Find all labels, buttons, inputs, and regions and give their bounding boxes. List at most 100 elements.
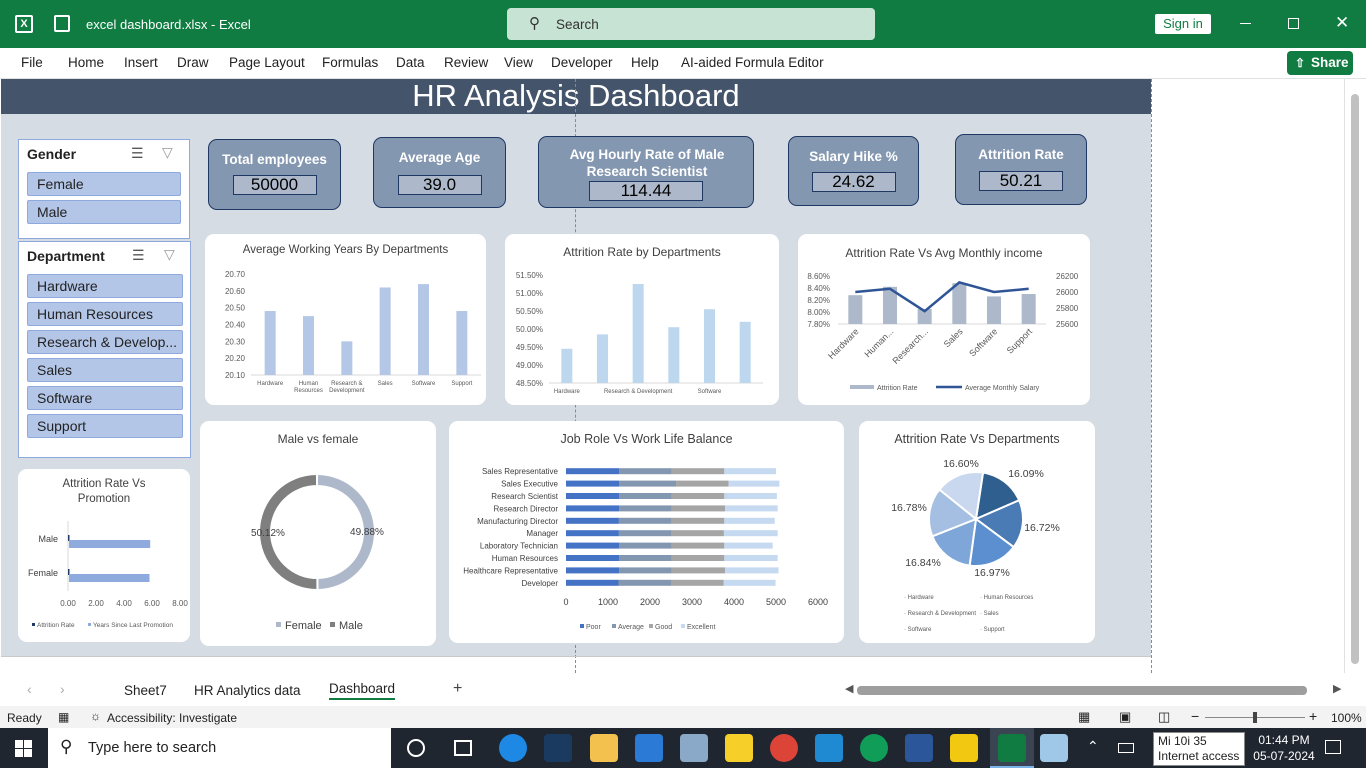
zoom-in-icon[interactable]: + <box>1309 708 1317 724</box>
y-tick-label-left: 8.00% <box>807 308 830 317</box>
task-view-icon[interactable] <box>454 740 472 756</box>
vertical-scrollbar[interactable] <box>1344 79 1366 673</box>
zoom-out-icon[interactable]: − <box>1191 708 1199 724</box>
menu-data[interactable]: Data <box>396 55 425 70</box>
excel-taskbar-icon[interactable] <box>990 728 1034 768</box>
bar <box>561 348 573 383</box>
multi-select-icon[interactable]: ☰ <box>132 247 145 264</box>
battery-icon[interactable] <box>1118 743 1134 753</box>
macro-icon[interactable]: ▦ <box>58 710 69 724</box>
menu-developer[interactable]: Developer <box>551 55 613 70</box>
chart-card-job-role-wlb[interactable]: Job Role Vs Work Life Balance Sales Repr… <box>449 421 844 643</box>
taskbar-search-box[interactable]: ⚲ Type here to search <box>48 728 391 768</box>
menu-view[interactable]: View <box>504 55 533 70</box>
restore-icon[interactable] <box>1288 18 1299 29</box>
slicer-item-female[interactable]: Female <box>27 172 181 196</box>
menu-help[interactable]: Help <box>631 55 659 70</box>
legend-label: Female <box>285 620 322 632</box>
bar-segment <box>619 555 672 561</box>
clear-filter-icon[interactable]: ▽ <box>164 246 175 263</box>
page-layout-view-icon[interactable]: ▣ <box>1119 709 1131 725</box>
slicer-item-hardware[interactable]: Hardware <box>27 274 183 298</box>
power-bi-icon[interactable] <box>950 734 978 762</box>
menu-home[interactable]: Home <box>68 55 104 70</box>
menu-formulas[interactable]: Formulas <box>322 55 378 70</box>
next-sheet-icon[interactable]: › <box>60 681 65 697</box>
mail-icon[interactable] <box>635 734 663 762</box>
prev-sheet-icon[interactable]: ‹ <box>27 681 32 697</box>
legend-label: · Sales <box>980 611 999 617</box>
snipping-tool-icon[interactable] <box>1040 734 1068 762</box>
notification-icon[interactable] <box>1325 740 1341 754</box>
legend-label: Years Since Last Promotion <box>93 622 173 629</box>
bar <box>632 284 644 383</box>
menu-file[interactable]: File <box>21 55 43 70</box>
clock[interactable]: 01:44 PM 05-07-2024 <box>1253 732 1315 764</box>
legend-label: Male <box>339 620 363 632</box>
y-tick-label: Laboratory Technician <box>480 542 558 551</box>
clear-filter-icon[interactable]: ▽ <box>162 144 173 161</box>
chart-card-male-vs-female[interactable]: Male vs female 49.88% 50.12% Female Male <box>200 421 436 646</box>
edge-icon[interactable] <box>499 734 527 762</box>
tab-hr-analytics-data[interactable]: HR Analytics data <box>194 683 301 698</box>
chart-card-attrition-pie[interactable]: Attrition Rate Vs Departments 16.09% 16.7… <box>859 421 1095 643</box>
scroll-thumb[interactable] <box>857 686 1307 695</box>
accessibility-icon[interactable]: ☼ <box>90 709 101 723</box>
multi-select-icon[interactable]: ☰ <box>131 145 144 162</box>
slicer-item-research-development[interactable]: Research & Develop... <box>27 330 183 354</box>
menu-page-layout[interactable]: Page Layout <box>229 55 305 70</box>
scroll-left-icon[interactable]: ◀ <box>845 682 853 695</box>
page-break-view-icon[interactable]: ◫ <box>1158 709 1170 725</box>
slicer-item-support[interactable]: Support <box>27 414 183 438</box>
search-box[interactable]: ⚲ Search <box>507 8 875 40</box>
horizontal-scrollbar[interactable]: ◀ ▶ <box>845 682 1345 697</box>
slicer-item-human-resources[interactable]: Human Resources <box>27 302 183 326</box>
chrome-icon[interactable] <box>770 734 798 762</box>
chart-card-attrition-by-dept[interactable]: Attrition Rate by Departments 51.50% 51.0… <box>505 234 779 405</box>
x-tick-label: Development <box>329 388 365 394</box>
sticky-notes-icon[interactable] <box>725 734 753 762</box>
x-tick-label: 2.00 <box>88 599 104 608</box>
bar-segment <box>566 468 620 475</box>
menu-draw[interactable]: Draw <box>177 55 209 70</box>
zoom-level[interactable]: 100% <box>1331 711 1362 725</box>
windows-start-icon[interactable] <box>15 740 32 757</box>
add-sheet-icon[interactable]: + <box>453 680 462 698</box>
data-label: 16.72% <box>1024 522 1060 534</box>
word-icon[interactable] <box>905 734 933 762</box>
chart-card-avg-working-years[interactable]: Average Working Years By Departments 20.… <box>205 234 486 405</box>
slicer-item-male[interactable]: Male <box>27 200 181 224</box>
normal-view-icon[interactable]: ▦ <box>1078 709 1090 725</box>
sign-in-button[interactable]: Sign in <box>1155 14 1211 34</box>
tray-chevron-icon[interactable]: ⌃ <box>1087 738 1099 755</box>
close-icon[interactable]: ✕ <box>1335 13 1349 33</box>
minimize-icon[interactable] <box>1240 23 1251 24</box>
status-accessibility[interactable]: Accessibility: Investigate <box>107 711 237 725</box>
save-icon[interactable] <box>54 15 70 32</box>
gender-slicer[interactable]: Gender ☰ ▽ Female Male <box>18 139 190 239</box>
scroll-right-icon[interactable]: ▶ <box>1333 682 1341 695</box>
slicer-item-software[interactable]: Software <box>27 386 183 410</box>
y-tick-label-left: 8.20% <box>807 296 830 305</box>
zoom-slider[interactable] <box>1205 712 1305 723</box>
slicer-item-sales[interactable]: Sales <box>27 358 183 382</box>
chart-card-attrition-vs-promotion[interactable]: Attrition Rate Vs Promotion Male Female 0.… <box>18 469 190 642</box>
department-slicer[interactable]: Department ☰ ▽ Hardware Human Resources … <box>18 241 191 458</box>
tab-sheet7[interactable]: Sheet7 <box>124 683 167 698</box>
cortana-icon[interactable] <box>407 739 425 757</box>
x-tick-label: 4.00 <box>116 599 132 608</box>
menu-review[interactable]: Review <box>444 55 488 70</box>
vscode-icon[interactable] <box>815 734 843 762</box>
tab-dashboard[interactable]: Dashboard <box>329 681 396 700</box>
share-button[interactable]: ⇧ Share <box>1287 51 1353 75</box>
file-explorer-icon[interactable] <box>590 734 618 762</box>
legend-label: · Research & Development <box>904 611 976 617</box>
menu-ai-formula-editor[interactable]: AI-aided Formula Editor <box>681 55 824 70</box>
chrome-profile-icon[interactable] <box>860 734 888 762</box>
zoom-slider-thumb[interactable] <box>1253 712 1257 723</box>
network-app-icon[interactable] <box>680 734 708 762</box>
scroll-thumb[interactable] <box>1351 94 1359 664</box>
chart-card-attrition-vs-income[interactable]: Attrition Rate Vs Avg Monthly income 8.6… <box>798 234 1090 405</box>
app-dh-icon[interactable] <box>544 734 572 762</box>
menu-insert[interactable]: Insert <box>124 55 158 70</box>
